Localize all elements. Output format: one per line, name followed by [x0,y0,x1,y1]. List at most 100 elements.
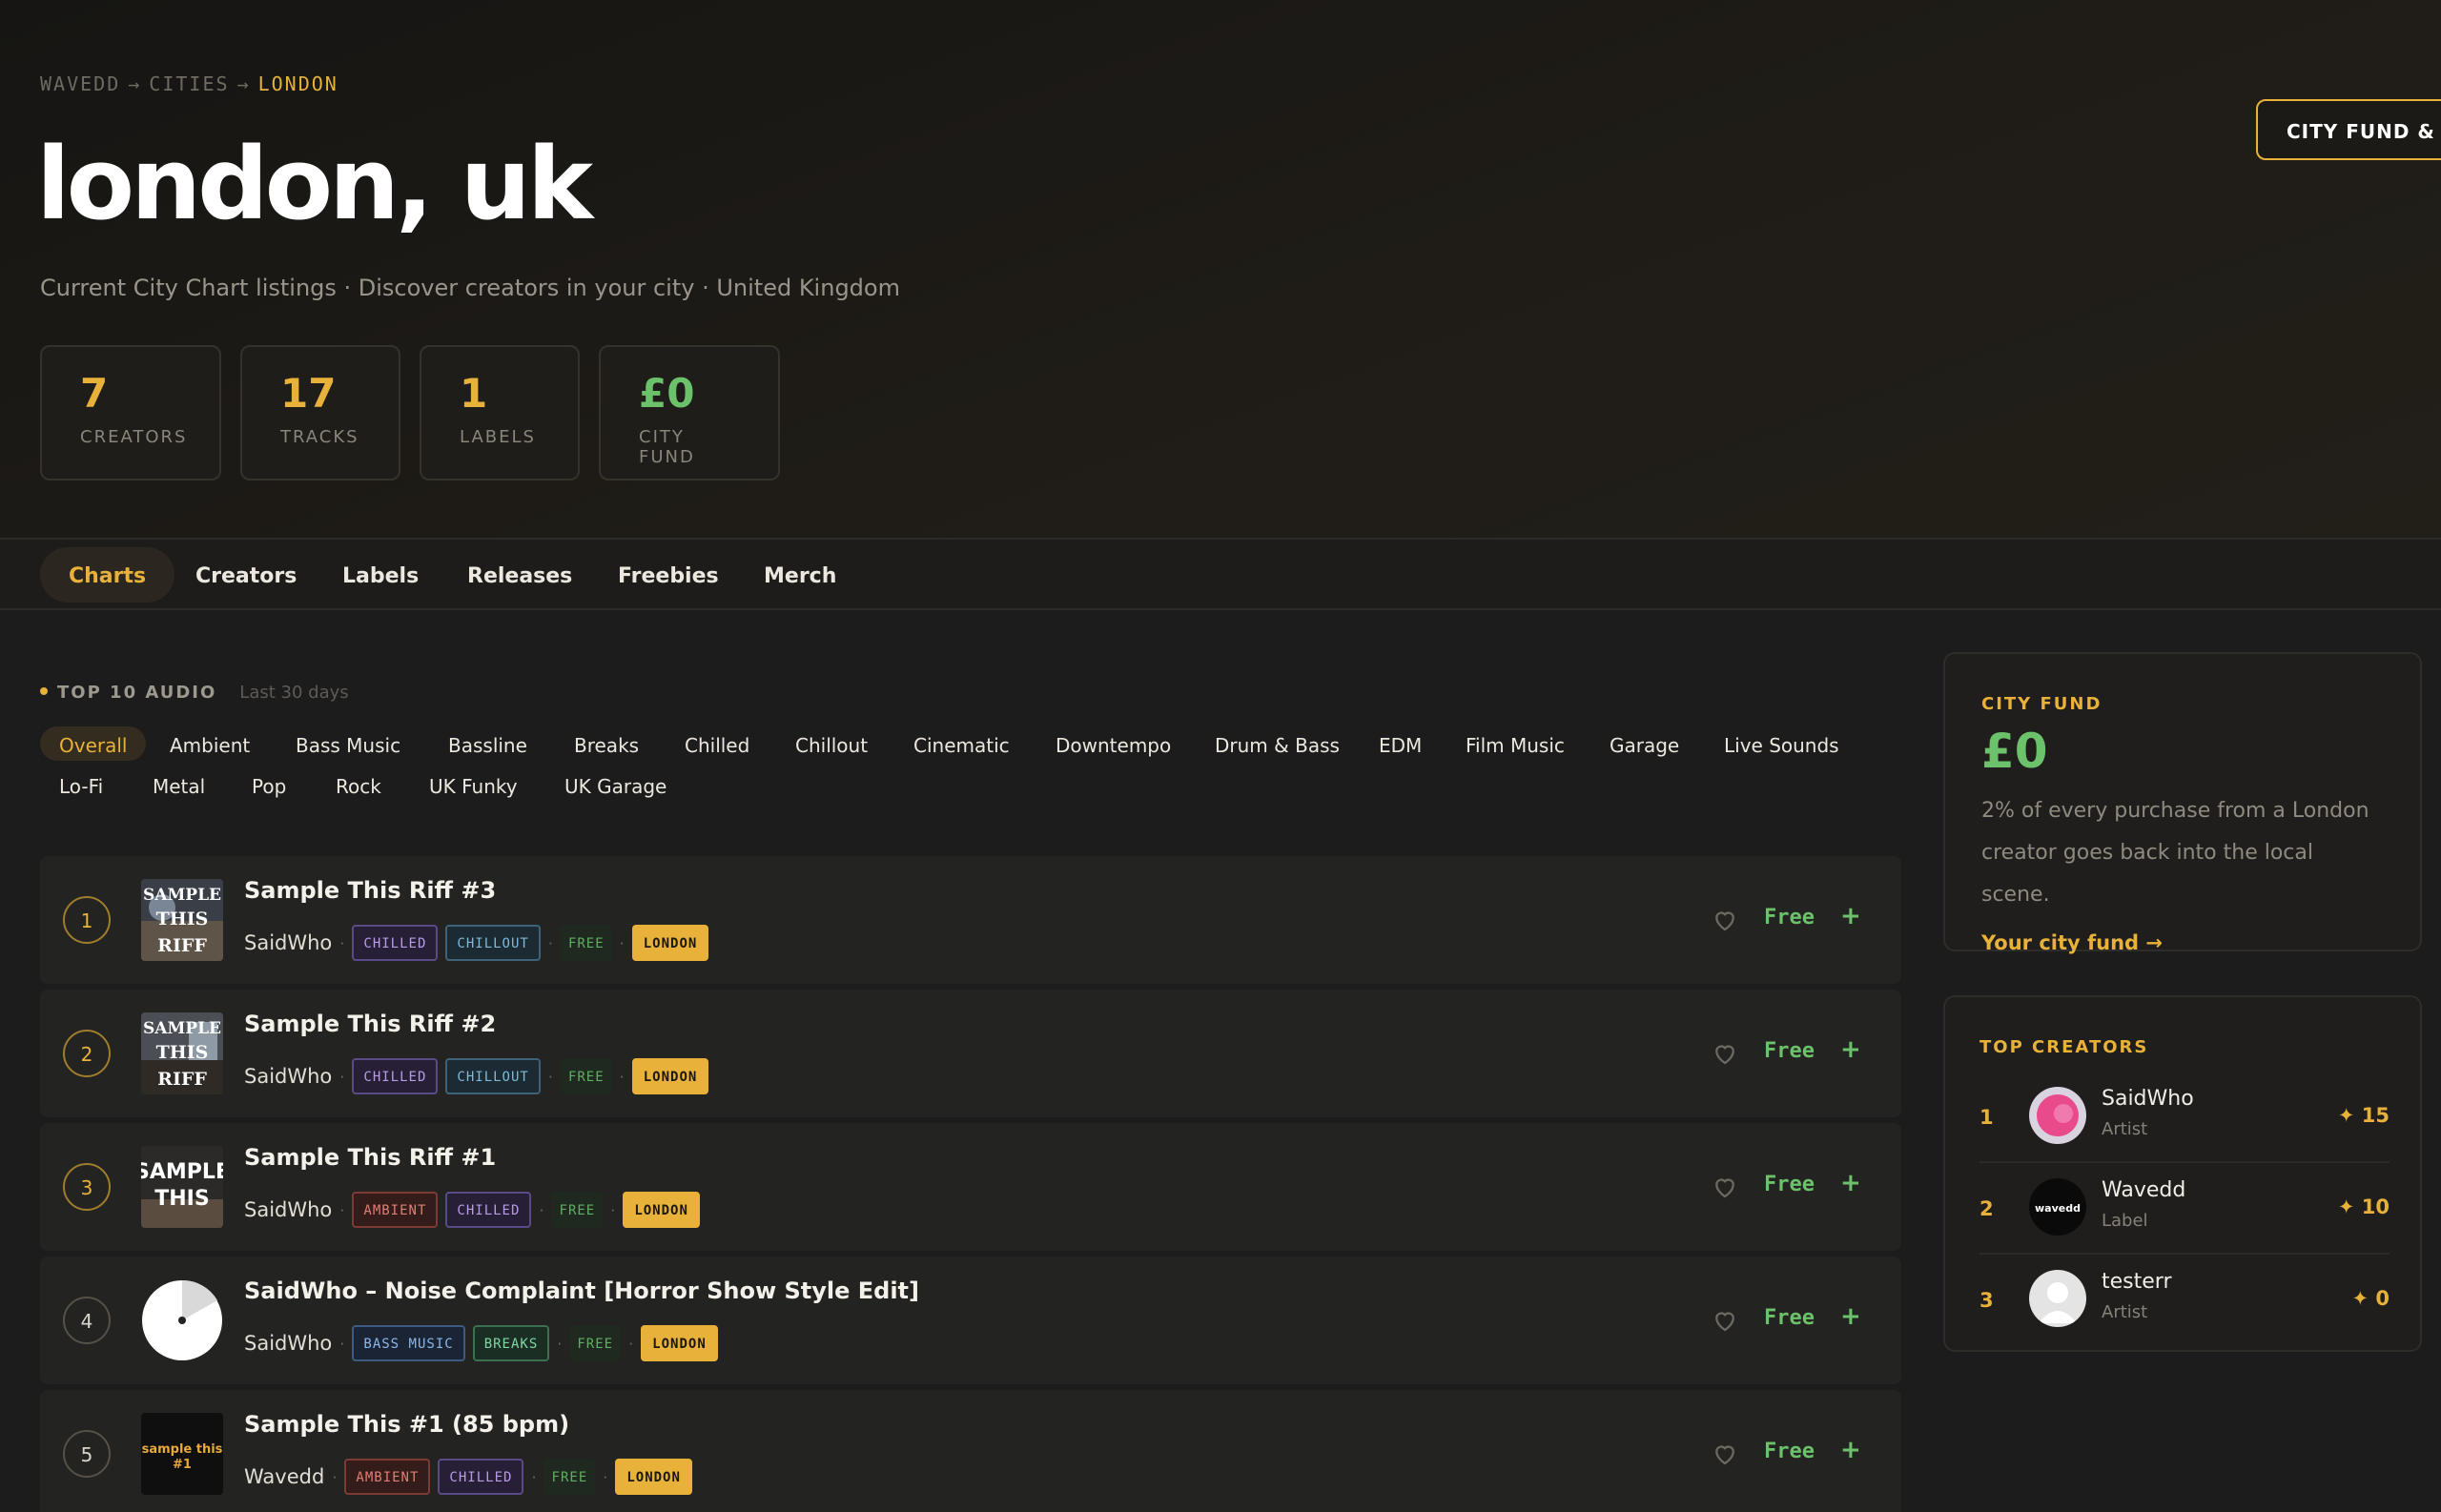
genre-tag[interactable]: CHILLED [352,1058,439,1094]
genre-tag[interactable]: AMBIENT [352,1192,439,1228]
creator-name[interactable]: SaidWho [2102,1087,2194,1111]
add-to-cart-button[interactable]: + [1840,1035,1861,1064]
track-row[interactable]: 5 sample this #1 Sample This #1 (85 bpm)… [40,1390,1901,1512]
price-button[interactable]: Free [1764,906,1815,930]
add-to-cart-button[interactable]: + [1840,1436,1861,1464]
genre-filter[interactable]: Cinematic [894,726,1029,761]
track-title[interactable]: Sample This #1 (85 bpm) [244,1411,569,1438]
city-tag[interactable]: LONDON [623,1192,700,1228]
separator-dot: · [610,1200,616,1219]
genre-filter[interactable]: Ambient [151,726,269,761]
track-artist[interactable]: Wavedd [244,1465,324,1488]
genre-filter[interactable]: Chilled [666,726,769,761]
heart-icon[interactable] [1711,1306,1739,1335]
creator-name[interactable]: testerr [2102,1270,2172,1294]
heart-icon[interactable] [1711,1173,1739,1201]
track-artist[interactable]: SaidWho [244,931,332,954]
add-to-cart-button[interactable]: + [1840,1302,1861,1331]
genre-tag[interactable]: CHILLOUT [445,1058,541,1094]
price-button[interactable]: Free [1764,1039,1815,1063]
creator-rank: 1 [1979,1106,1994,1129]
genre-filter[interactable]: Downtempo [1036,726,1190,761]
tab-labels[interactable]: Labels [314,547,447,603]
avatar[interactable] [2029,1270,2086,1327]
avatar[interactable] [2029,1087,2086,1144]
track-artwork[interactable]: SAMPLE THIS [141,1146,223,1228]
city-tag[interactable]: LONDON [631,1058,709,1094]
genre-filter[interactable]: UK Funky [410,767,537,802]
price-button[interactable]: Free [1764,1173,1815,1196]
genre-filter[interactable]: Rock [317,767,400,802]
tab-creators[interactable]: Creators [167,547,325,603]
avatar[interactable]: wavedd [2029,1178,2086,1236]
creator-row[interactable]: 3 testerr Artist ✦ 0 [1979,1255,2390,1346]
genre-filter[interactable]: Breaks [555,726,658,761]
separator-dot: · [557,1334,563,1353]
tab-merch[interactable]: Merch [735,547,865,603]
track-row[interactable]: 2 SAMPLE THIS RIFF Sample This Riff #2 S… [40,990,1901,1117]
genre-filter[interactable]: Metal [133,767,224,802]
free-tag: FREE [544,1459,596,1495]
vinyl-record-icon [141,1279,223,1361]
tab-releases[interactable]: Releases [439,547,601,603]
city-tag[interactable]: LONDON [641,1325,718,1361]
price-button[interactable]: Free [1764,1306,1815,1330]
track-artist[interactable]: SaidWho [244,1065,332,1088]
price-button[interactable]: Free [1764,1440,1815,1463]
genre-filter[interactable]: Chillout [776,726,887,761]
track-title[interactable]: Sample This Riff #1 [244,1144,496,1171]
add-to-cart-button[interactable]: + [1840,902,1861,930]
track-artwork[interactable]: SAMPLE THIS RIFF [141,1012,223,1094]
genre-tag[interactable]: CHILLOUT [445,925,541,961]
tab-charts[interactable]: Charts [40,547,175,603]
genre-filter[interactable]: Pop [233,767,305,802]
city-hero: WAVEDD → CITIES → LONDON london, uk Current … [0,0,2441,539]
genre-tag[interactable]: BASS MUSIC [352,1325,465,1361]
genre-filter-overall[interactable]: Overall [40,726,147,761]
free-tag: FREE [560,1058,612,1094]
genre-filter[interactable]: Film Music [1446,726,1584,761]
genre-tag[interactable]: CHILLED [352,925,439,961]
track-title[interactable]: Sample This Riff #3 [244,877,496,904]
add-to-cart-button[interactable]: + [1840,1169,1861,1197]
section-label: TOP 10 AUDIO Last 30 days [40,683,349,703]
genre-tag[interactable]: BREAKS [472,1325,550,1361]
genre-tag[interactable]: AMBIENT [344,1459,431,1495]
track-artist[interactable]: SaidWho [244,1198,332,1221]
track-artist[interactable]: SaidWho [244,1332,332,1355]
track-title[interactable]: Sample This Riff #2 [244,1011,496,1037]
stat-labels: 1 LABELS [420,345,580,480]
city-fund-vote-button[interactable]: CITY FUND & VO [2256,99,2441,160]
heart-icon[interactable] [1711,1039,1739,1068]
genre-filter[interactable]: Garage [1590,726,1698,761]
genre-filter[interactable]: UK Garage [545,767,686,802]
creator-name[interactable]: Wavedd [2102,1178,2185,1202]
track-row[interactable]: 4 SaidWho – Noise Complaint [Horror Show… [40,1257,1901,1384]
breadcrumb-root[interactable]: WAVEDD [40,72,120,95]
genre-filter[interactable]: Bass Music [277,726,420,761]
track-artwork[interactable]: SAMPLE THIS RIFF [141,879,223,961]
track-artwork[interactable] [141,1279,223,1361]
city-tag[interactable]: LONDON [615,1459,692,1495]
city-tag[interactable]: LONDON [631,925,709,961]
genre-tag[interactable]: CHILLED [445,1192,532,1228]
creator-row[interactable]: 2 wavedd Wavedd Label ✦ 10 [1979,1163,2390,1255]
tab-freebies[interactable]: Freebies [589,547,748,603]
genre-tag[interactable]: CHILLED [438,1459,524,1495]
genre-filter[interactable]: EDM [1360,726,1441,761]
track-title[interactable]: SaidWho – Noise Complaint [Horror Show S… [244,1277,919,1304]
track-row[interactable]: 1 SAMPLE THIS RIFF Sample This Riff #3 S… [40,856,1901,984]
genre-filter[interactable]: Drum & Bass [1196,726,1359,761]
genre-filter[interactable]: Lo-Fi [40,767,122,802]
section-period: Last 30 days [239,683,349,703]
page-subtitle: Current City Chart listings · Discover c… [40,275,900,301]
breadcrumb-cities[interactable]: CITIES [149,72,229,95]
heart-icon[interactable] [1711,1440,1739,1468]
track-row[interactable]: 3 SAMPLE THIS Sample This Riff #1 SaidWh… [40,1123,1901,1251]
your-city-fund-link[interactable]: Your city fund → [1981,931,2384,954]
genre-filter[interactable]: Live Sounds [1705,726,1858,761]
genre-filter[interactable]: Bassline [429,726,546,761]
track-artwork[interactable]: sample this #1 [141,1413,223,1495]
creator-row[interactable]: 1 SaidWho Artist ✦ 15 [1979,1072,2390,1163]
heart-icon[interactable] [1711,906,1739,934]
